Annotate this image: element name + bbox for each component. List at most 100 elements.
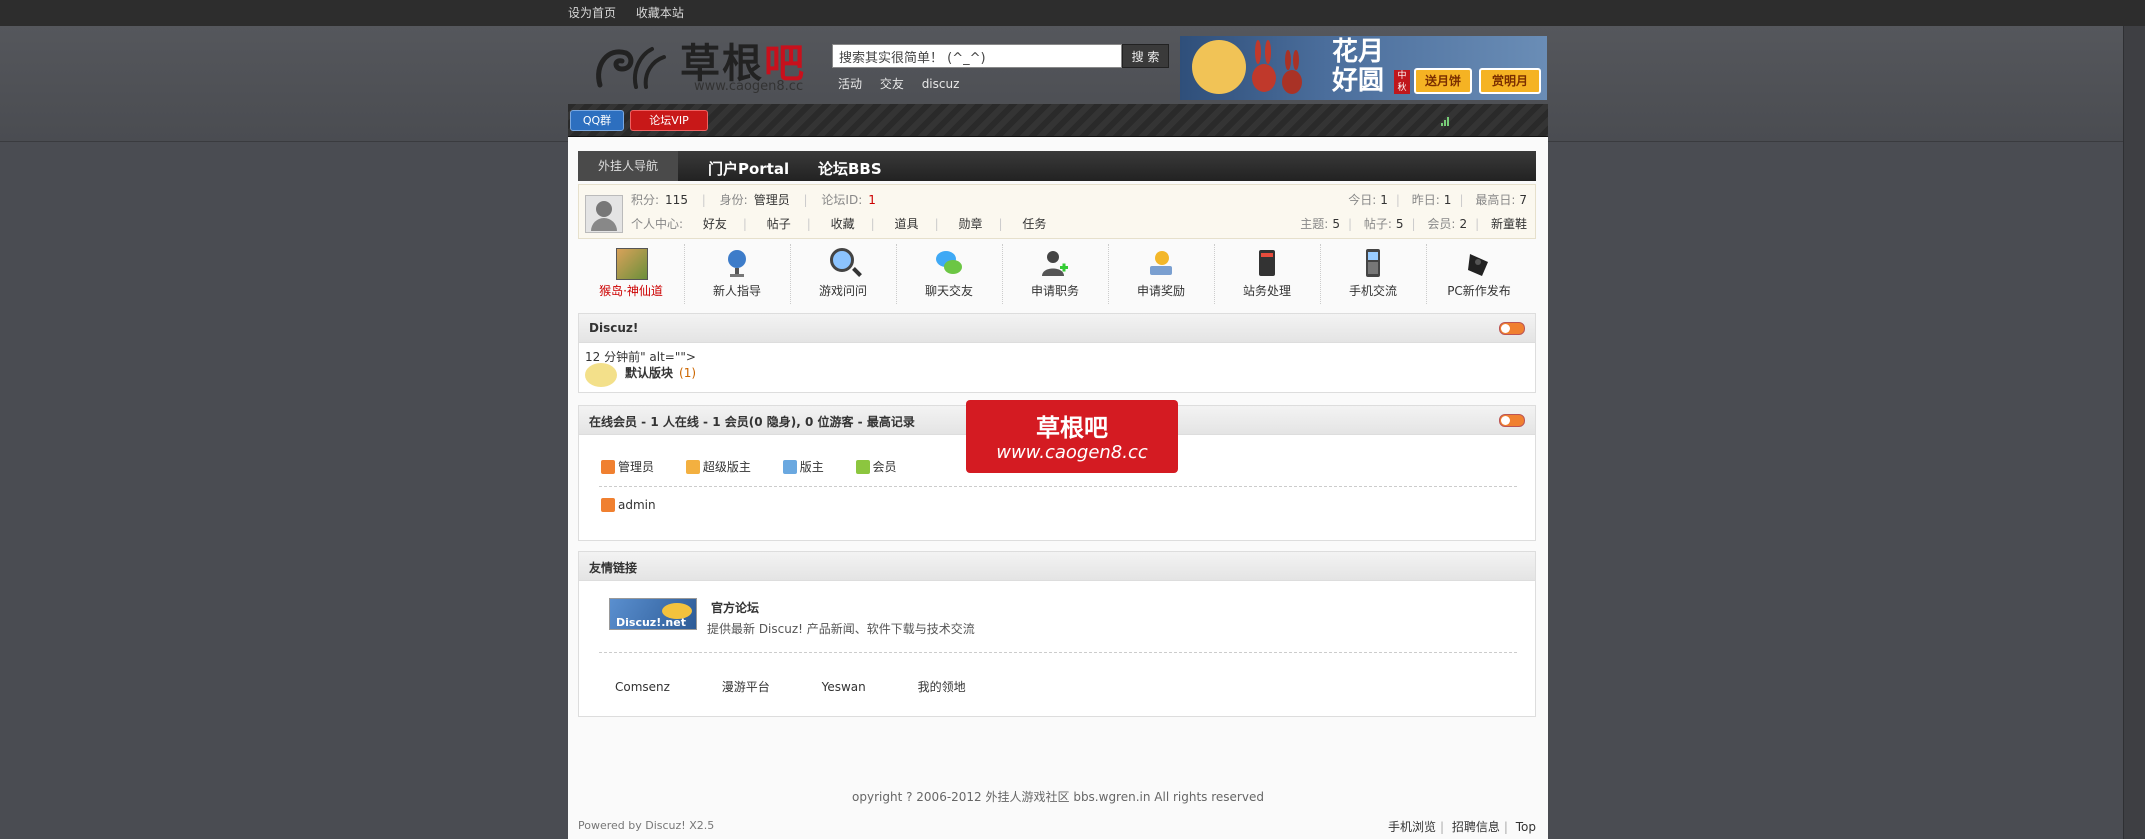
hot-words: 活动 交友 discuz [838,75,973,92]
nav-bbs-tab[interactable]: 论坛BBS [818,158,882,179]
mobile-view-link[interactable]: 手机浏览 [1388,820,1436,834]
footer-links: 手机浏览 | 招聘信息 | Top [1387,820,1536,834]
newest-member-link[interactable]: 新童鞋 [1491,217,1527,231]
moon-icon [1192,40,1246,94]
forum-folder-icon [585,363,617,387]
friend-links-box: 友情链接 Discuz!.net 官方论坛 提供最新 Discuz! 产品新闻、… [578,551,1536,717]
top-bar [0,0,2145,27]
member-icon [855,460,870,474]
link-yeswan[interactable]: Yeswan [822,680,866,694]
tasks-link[interactable]: 任务 [1022,217,1046,231]
user-add-icon [1042,251,1068,276]
icon-btn-mobile[interactable]: 手机交流 [1320,244,1427,304]
props-link[interactable]: 道具 [895,217,919,231]
reward-icon [1150,251,1172,275]
icon-btn-apply-reward[interactable]: 申请奖励 [1108,244,1215,304]
divider [599,486,1517,487]
forum-name-link[interactable]: 默认版块 (1) [625,364,696,381]
icon-btn-pc-release[interactable]: PC新作发布 [1426,244,1532,304]
user-id: 1 [868,193,876,207]
posts-link[interactable]: 帖子 [767,217,791,231]
scrollbar-track[interactable] [2123,26,2145,839]
set-homepage-link[interactable]: 设为首页 [568,6,616,20]
powered-by: Powered by Discuz! X2.5 [578,819,715,832]
signal-bars-icon [1441,116,1451,126]
super-moderator-icon [685,460,700,474]
gaming-mouse-icon [1468,254,1488,276]
official-forum-link[interactable]: 官方论坛 [711,599,759,616]
banner-tag: 中秋 [1394,70,1410,94]
back-to-top-link[interactable]: Top [1516,820,1536,834]
watermark-logo: 草根吧 www.caogen8.cc [966,400,1178,473]
game-poster-icon [616,248,648,280]
user-center-links: 个人中心: 好友 | 帖子 | 收藏 | 道具 | 勋章 | 任务 [631,217,1047,231]
forum-stats: 主题: 5 | 帖子: 5 | 会员: 2 | 新童鞋 [1300,217,1527,231]
user-role: 管理员 [753,193,790,207]
medals-link[interactable]: 勋章 [958,217,982,231]
discuz-net-logo[interactable]: Discuz!.net [609,598,697,630]
sub-navigation: 外挂人导航 门户Portal 论坛BBS [578,151,1536,181]
forum-vip-button[interactable]: 论坛VIP [630,110,708,131]
bookmark-site-link[interactable]: 收藏本站 [636,6,684,20]
grass-logo-icon [596,47,666,89]
mobile-phone-icon [1366,249,1380,277]
link-manyou[interactable]: 漫游平台 [722,678,770,695]
link-my-domain[interactable]: 我的领地 [918,678,966,695]
legend-mod: 版主 [782,458,824,475]
main-navbar: QQ群 论坛VIP [568,104,1548,137]
qq-group-button[interactable]: QQ群 [570,110,624,131]
avatar[interactable] [585,195,623,233]
discuz-box-header: Discuz! [579,314,1535,343]
site-logo[interactable]: 草根吧 www.caogen8.cc [590,31,820,99]
icon-btn-apply-position[interactable]: 申请职务 [1002,244,1109,304]
magnifier-icon [830,248,854,272]
search-input[interactable] [832,44,1122,68]
quick-icon-bar: 猴岛·神仙道 新人指导 游戏问问 聊天交友 申请职务 申请奖励 站务处理 手机交… [578,244,1536,304]
icon-btn-newbie-guide[interactable]: 新人指导 [684,244,791,304]
nav-portal-tab[interactable]: 门户Portal [708,158,789,179]
forum-row: 12 分钟前" alt=""> 默认版块 (1) [585,348,1185,388]
user-score: 115 [665,193,688,207]
icon-btn-shenxiandao[interactable]: 猴岛·神仙道 [578,244,685,304]
legend-super-mod: 超级版主 [685,458,751,475]
link-comsenz[interactable]: Comsenz [615,680,670,694]
divider [599,652,1517,653]
book-icon [1259,250,1275,276]
hotword-friends[interactable]: 交友 [880,77,904,91]
icon-btn-game-qa[interactable]: 游戏问问 [790,244,897,304]
search-button[interactable]: 搜 索 [1122,44,1169,68]
favorites-link[interactable]: 收藏 [831,217,855,231]
links-box-header: 友情链接 [579,552,1535,581]
icon-btn-site-affairs[interactable]: 站务处理 [1214,244,1321,304]
admin-user-icon [601,460,615,474]
text-links: Comsenz 漫游平台 Yeswan 我的领地 [615,678,1014,695]
mid-autumn-banner[interactable]: 花月好圆 中秋 送月饼 赏明月 [1180,36,1547,100]
member-legend: 管理员 超级版主 版主 会员 [601,458,925,475]
admire-moon-button[interactable]: 赏明月 [1479,68,1541,94]
hotword-activity[interactable]: 活动 [838,77,862,91]
online-member-admin[interactable]: admin [601,498,656,512]
legend-admin: 管理员 [601,458,654,475]
top-links: 设为首页 收藏本站 [568,4,700,21]
send-mooncake-button[interactable]: 送月饼 [1414,68,1472,94]
user-panel: 积分: 115 | 身份: 管理员 | 论坛ID: 1 个人中心: 好友 | 帖子 | 收… [578,184,1536,239]
nav-guide-tab[interactable]: 外挂人导航 [578,151,678,181]
online-box-title: 在线会员 - 1 人在线 - 1 会员(0 隐身), 0 位游客 - 最高记录 [589,415,915,429]
jobs-link[interactable]: 招聘信息 [1452,820,1500,834]
friends-link[interactable]: 好友 [703,217,727,231]
collapse-toggle[interactable] [1499,414,1525,427]
hotword-discuz[interactable]: discuz [922,77,960,91]
admin-user-icon [601,498,615,512]
daily-stats: 今日: 1 | 昨日: 1 | 最高日: 7 [1348,193,1527,207]
globe-person-icon [728,250,746,277]
forum-thread-count: (1) [679,366,697,380]
legend-member: 会员 [855,458,897,475]
rabbit-icon [1252,40,1302,94]
official-forum-desc: 提供最新 Discuz! 产品新闻、软件下载与技术交流 [707,622,975,636]
chat-bubbles-icon [936,251,962,274]
collapse-toggle[interactable] [1499,322,1525,335]
icon-btn-chat[interactable]: 聊天交友 [896,244,1003,304]
search-form: 搜 索 [832,44,1169,70]
main-content: 外挂人导航 门户Portal 论坛BBS 积分: 115 | 身份: 管理员 | 论… [568,137,1548,839]
copyright-text: opyright ? 2006-2012 外挂人游戏社区 bbs.wgren.i… [852,790,1264,804]
